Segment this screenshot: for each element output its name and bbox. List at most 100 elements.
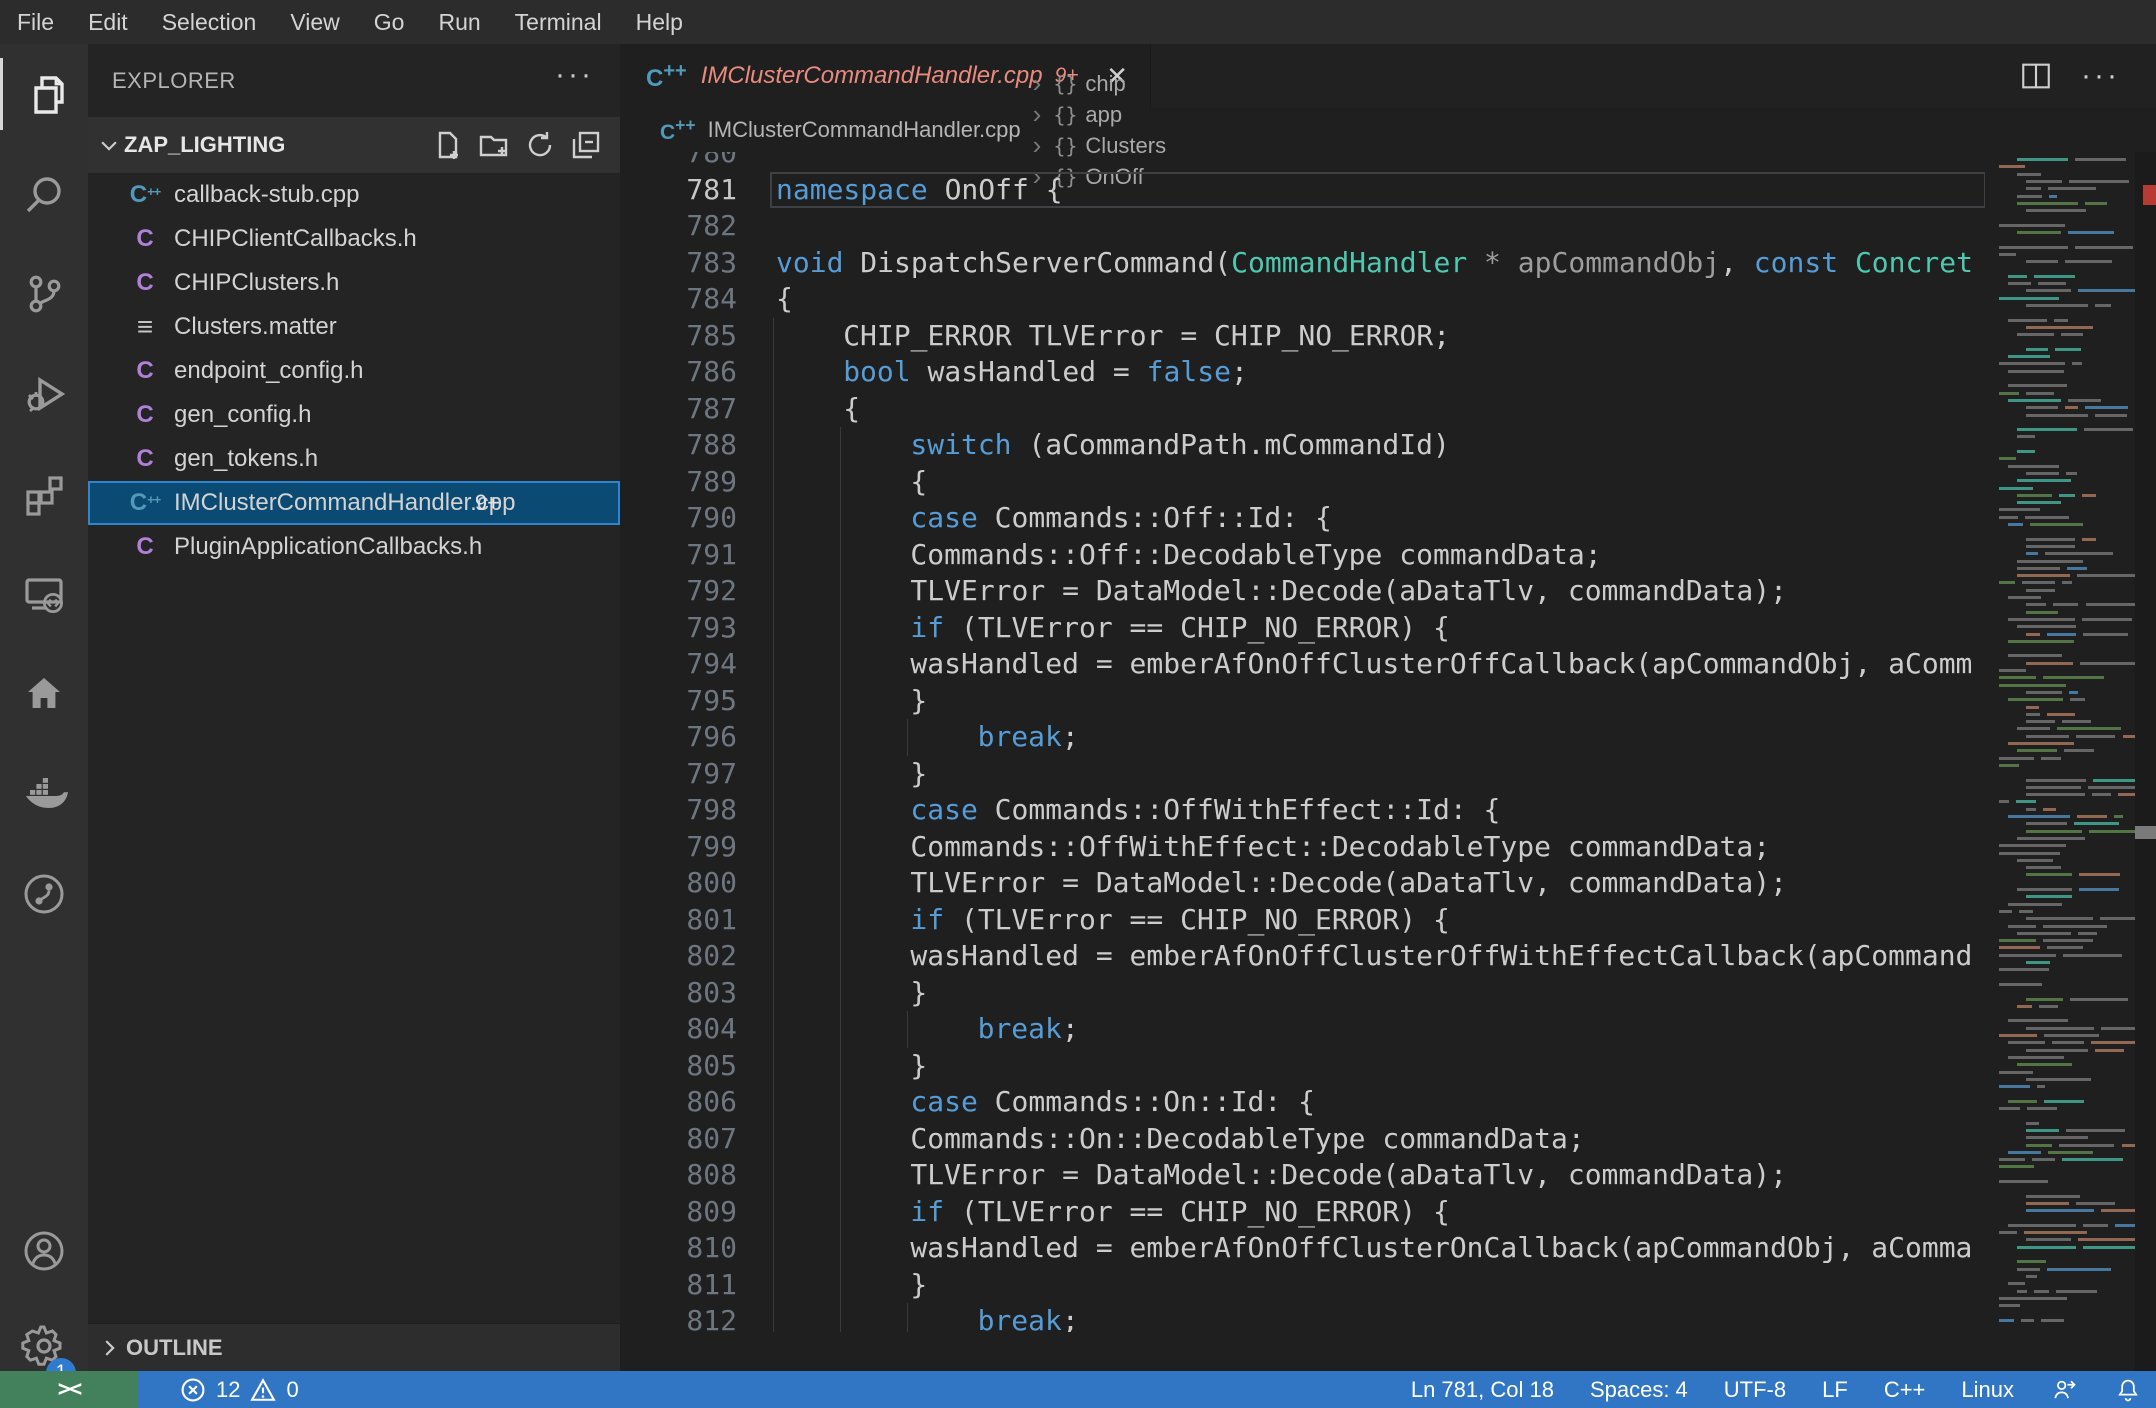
file-item-imclustercommandhandler-cpp[interactable]: C++ IMClusterCommandHandler.cpp 9+ bbox=[88, 481, 620, 525]
code-line-805[interactable]: 805} bbox=[620, 1047, 1985, 1085]
line-number[interactable]: 791 bbox=[620, 537, 737, 574]
line-number[interactable]: 783 bbox=[620, 245, 737, 282]
code-editor[interactable]: 780 781 namespace OnOff {782 783 void Dispat… bbox=[620, 152, 1985, 1332]
code-line-812[interactable]: 812 break; bbox=[620, 1303, 1985, 1332]
line-number[interactable]: 797 bbox=[620, 756, 737, 793]
menu-file[interactable]: File bbox=[0, 0, 71, 44]
code-line-786[interactable]: 786 bool wasHandled = false; bbox=[620, 354, 1985, 391]
new-folder-icon[interactable] bbox=[478, 129, 510, 161]
line-number[interactable]: 786 bbox=[620, 354, 737, 391]
line-number[interactable]: 799 bbox=[620, 829, 737, 866]
line-number[interactable]: 809 bbox=[620, 1194, 737, 1231]
code-line-792[interactable]: 792 TLVError = DataModel::Decode(aDataTlv… bbox=[620, 573, 1985, 610]
cursor-position[interactable]: Ln 781, Col 18 bbox=[1411, 1377, 1554, 1403]
menu-selection[interactable]: Selection bbox=[145, 0, 274, 44]
code-line-800[interactable]: 800 TLVError = DataModel::Decode(aDataTlv… bbox=[620, 865, 1985, 902]
code-line-783[interactable]: 783 void DispatchServerCommand(CommandHan… bbox=[620, 245, 1985, 282]
file-item-chipclientcallbacks-h[interactable]: C CHIPClientCallbacks.h bbox=[88, 217, 620, 261]
activity-item-run-debug[interactable] bbox=[0, 344, 88, 444]
activity-item-home[interactable] bbox=[0, 644, 88, 744]
eol-sequence[interactable]: LF bbox=[1822, 1377, 1848, 1403]
code-line-797[interactable]: 797} bbox=[620, 755, 1985, 793]
line-number[interactable]: 795 bbox=[620, 683, 737, 720]
activity-item-explorer[interactable] bbox=[0, 44, 88, 144]
file-item-endpoint-config-h[interactable]: Cendpoint_config.h bbox=[88, 349, 620, 393]
line-number[interactable]: 805 bbox=[620, 1048, 737, 1085]
file-item-callback-stub-cpp[interactable]: C++ callback-stub.cpp bbox=[88, 173, 620, 217]
line-number[interactable]: 796 bbox=[620, 719, 737, 756]
line-number[interactable]: 804 bbox=[620, 1011, 737, 1048]
feedback-icon[interactable] bbox=[2050, 1376, 2078, 1404]
new-file-icon[interactable] bbox=[432, 129, 464, 161]
activity-item-gitlens[interactable] bbox=[0, 844, 88, 944]
scrollbar-thumb[interactable] bbox=[2135, 826, 2156, 839]
encoding[interactable]: UTF-8 bbox=[1724, 1377, 1786, 1403]
indentation[interactable]: Spaces: 4 bbox=[1590, 1377, 1688, 1403]
code-line-788[interactable]: 788 switch (aCommandPath.mCommandId) bbox=[620, 427, 1985, 464]
activity-item-remote-explorer[interactable] bbox=[0, 544, 88, 644]
language-mode[interactable]: C++ bbox=[1884, 1377, 1926, 1403]
code-line-798[interactable]: 798 case Commands::OffWithEffect::Id: { bbox=[620, 792, 1985, 829]
minimap[interactable] bbox=[1995, 152, 2135, 1332]
line-number[interactable]: 782 bbox=[620, 208, 737, 245]
code-line-810[interactable]: 810 wasHandled = emberAfOnOffClusterOnCal… bbox=[620, 1230, 1985, 1267]
code-line-789[interactable]: 789 { bbox=[620, 463, 1985, 501]
code-line-794[interactable]: 794 wasHandled = emberAfOnOffClusterOffCa… bbox=[620, 646, 1985, 683]
code-line-790[interactable]: 790 case Commands::Off::Id: { bbox=[620, 500, 1985, 537]
line-number[interactable]: 792 bbox=[620, 573, 737, 610]
line-number[interactable]: 798 bbox=[620, 792, 737, 829]
split-editor-icon[interactable] bbox=[2019, 59, 2053, 93]
refresh-icon[interactable] bbox=[524, 129, 556, 161]
code-line-804[interactable]: 804 break; bbox=[620, 1011, 1985, 1048]
code-line-806[interactable]: 806 case Commands::On::Id: { bbox=[620, 1084, 1985, 1121]
code-line-785[interactable]: 785 CHIP_ERROR TLVError = CHIP_NO_ERROR; bbox=[620, 317, 1985, 355]
line-number[interactable]: 780 bbox=[620, 152, 737, 172]
line-number[interactable]: 785 bbox=[620, 318, 737, 355]
code-line-807[interactable]: 807 Commands::On::DecodableType commandDa… bbox=[620, 1120, 1985, 1158]
menu-view[interactable]: View bbox=[273, 0, 356, 44]
overview-ruler[interactable] bbox=[2135, 152, 2156, 1371]
line-number[interactable]: 801 bbox=[620, 902, 737, 939]
line-number[interactable]: 803 bbox=[620, 975, 737, 1012]
breadcrumb-item-app[interactable]: ›{} app bbox=[1021, 99, 1166, 130]
code-line-784[interactable]: 784 { bbox=[620, 281, 1985, 318]
code-line-799[interactable]: 799 Commands::OffWithEffect::DecodableTyp… bbox=[620, 828, 1985, 866]
line-number[interactable]: 784 bbox=[620, 281, 737, 318]
code-line-802[interactable]: 802 wasHandled = emberAfOnOffClusterOffWi… bbox=[620, 938, 1985, 975]
code-line-808[interactable]: 808 TLVError = DataModel::Decode(aDataTlv… bbox=[620, 1157, 1985, 1194]
code-line-811[interactable]: 811} bbox=[620, 1266, 1985, 1304]
line-number[interactable]: 794 bbox=[620, 646, 737, 683]
file-item-chipclusters-h[interactable]: C CHIPClusters.h bbox=[88, 261, 620, 305]
line-number[interactable]: 802 bbox=[620, 938, 737, 975]
bell-icon[interactable] bbox=[2114, 1376, 2142, 1404]
problems-indicator[interactable]: 12 0 bbox=[180, 1377, 299, 1403]
folder-section-header[interactable]: ZAP_LIGHTING bbox=[88, 117, 620, 173]
line-number[interactable]: 810 bbox=[620, 1230, 737, 1267]
file-item-clusters-matter[interactable]: ≡ Clusters.matter bbox=[88, 305, 620, 349]
line-number[interactable]: 811 bbox=[620, 1267, 737, 1304]
code-line-781[interactable]: 781 namespace OnOff { bbox=[620, 171, 1985, 209]
activity-item-search[interactable] bbox=[0, 144, 88, 244]
line-number[interactable]: 793 bbox=[620, 610, 737, 647]
remote-indicator[interactable]: >< bbox=[0, 1371, 138, 1408]
activity-item-extensions[interactable] bbox=[0, 444, 88, 544]
code-line-801[interactable]: 801 if (TLVError == CHIP_NO_ERROR) { bbox=[620, 901, 1985, 939]
platform[interactable]: Linux bbox=[1961, 1377, 2014, 1403]
line-number[interactable]: 807 bbox=[620, 1121, 737, 1158]
activity-item-source-control[interactable] bbox=[0, 244, 88, 344]
line-number[interactable]: 806 bbox=[620, 1084, 737, 1121]
code-line-787[interactable]: 787 { bbox=[620, 390, 1985, 427]
file-item-pluginapplicationcallbacks-h[interactable]: C PluginApplicationCallbacks.h bbox=[88, 525, 620, 569]
breadcrumb-item-chip[interactable]: ›{} chip bbox=[1021, 68, 1166, 99]
line-number[interactable]: 788 bbox=[620, 427, 737, 464]
line-number[interactable]: 781 bbox=[620, 172, 737, 209]
explorer-more-icon[interactable]: ··· bbox=[555, 58, 594, 92]
activity-item-account[interactable] bbox=[0, 1201, 88, 1301]
line-number[interactable]: 789 bbox=[620, 464, 737, 501]
code-line-809[interactable]: 809 if (TLVError == CHIP_NO_ERROR) { bbox=[620, 1193, 1985, 1231]
menu-terminal[interactable]: Terminal bbox=[498, 0, 619, 44]
editor-more-actions-icon[interactable]: ··· bbox=[2081, 59, 2120, 93]
line-number[interactable]: 812 bbox=[620, 1303, 737, 1332]
code-line-780[interactable]: 780 bbox=[620, 152, 1985, 172]
code-line-796[interactable]: 796 break; bbox=[620, 719, 1985, 756]
